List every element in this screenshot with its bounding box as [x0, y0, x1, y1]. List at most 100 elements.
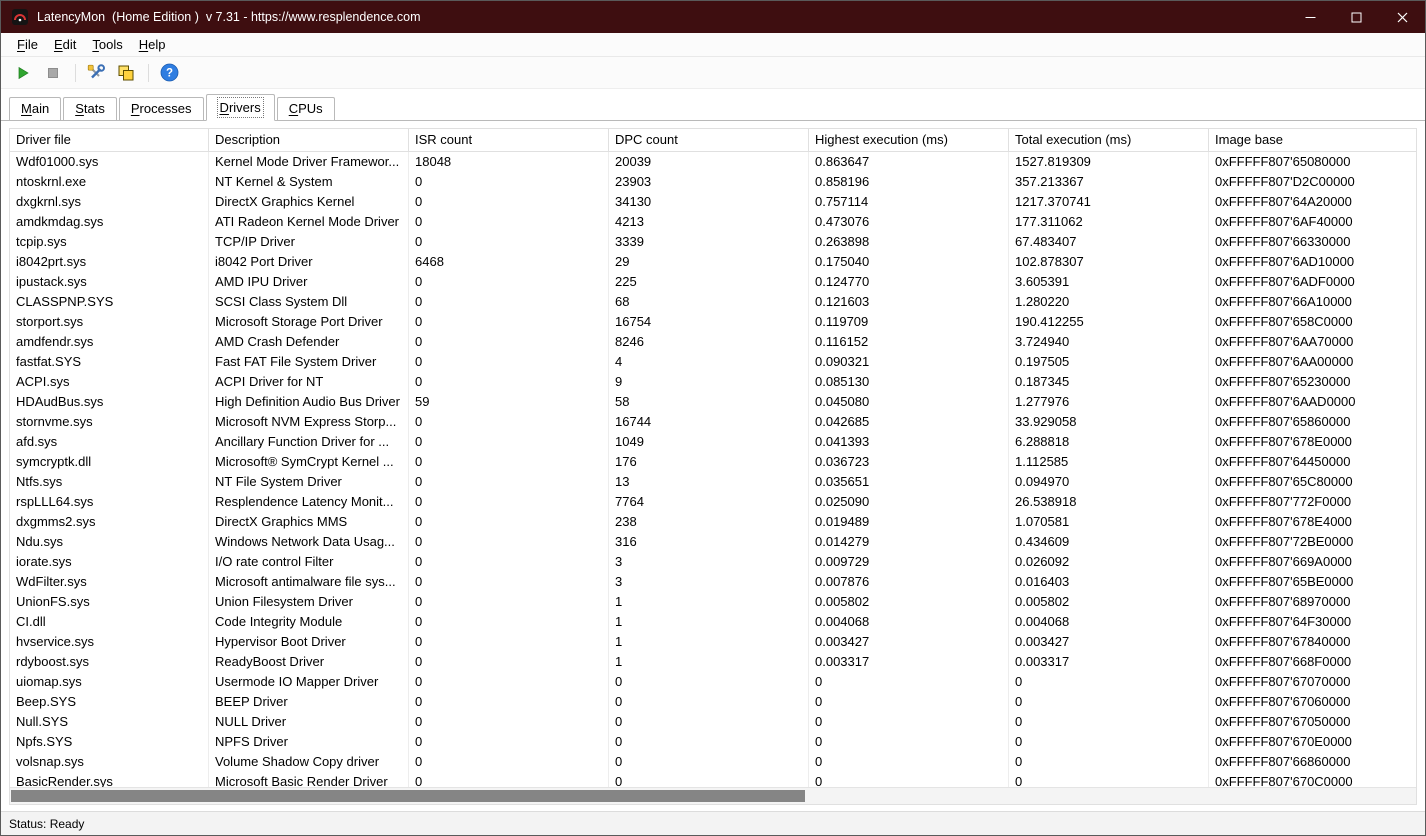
copy-report-button[interactable] [112, 60, 140, 86]
menu-item-edit[interactable]: Edit [46, 35, 84, 54]
table-row[interactable]: BasicRender.sysMicrosoft Basic Render Dr… [10, 772, 1416, 787]
table-cell: storport.sys [10, 312, 209, 332]
table-cell: 0xFFFFF807'67840000 [1209, 632, 1416, 652]
table-row[interactable]: Wdf01000.sysKernel Mode Driver Framewor.… [10, 152, 1416, 172]
table-row[interactable]: rspLLL64.sysResplendence Latency Monit..… [10, 492, 1416, 512]
table-cell: 0.035651 [809, 472, 1009, 492]
table-row[interactable]: iorate.sysI/O rate control Filter030.009… [10, 552, 1416, 572]
table-row[interactable]: hvservice.sysHypervisor Boot Driver010.0… [10, 632, 1416, 652]
table-cell: 0 [1009, 772, 1209, 787]
table-cell: 0 [409, 672, 609, 692]
table-cell: 0xFFFFF807'772F0000 [1209, 492, 1416, 512]
tab-label: Main [21, 101, 49, 116]
table-row[interactable]: CI.dllCode Integrity Module010.0040680.0… [10, 612, 1416, 632]
table-row[interactable]: symcryptk.dllMicrosoft® SymCrypt Kernel … [10, 452, 1416, 472]
table-cell: 33.929058 [1009, 412, 1209, 432]
table-cell: amdfendr.sys [10, 332, 209, 352]
table-row[interactable]: i8042prt.sysi8042 Port Driver6468290.175… [10, 252, 1416, 272]
table-row[interactable]: dxgmms2.sysDirectX Graphics MMS02380.019… [10, 512, 1416, 532]
tab-main[interactable]: Main [9, 97, 61, 120]
tab-label: Processes [131, 101, 192, 116]
column-header-driver-file[interactable]: Driver file [10, 129, 209, 151]
start-monitor-button[interactable] [9, 60, 37, 86]
table-row[interactable]: tcpip.sysTCP/IP Driver033390.26389867.48… [10, 232, 1416, 252]
menu-item-file[interactable]: File [9, 35, 46, 54]
help-button[interactable]: ? [155, 60, 183, 86]
table-row[interactable]: Ntfs.sysNT File System Driver0130.035651… [10, 472, 1416, 492]
table-cell: 0.014279 [809, 532, 1009, 552]
table-cell: AMD IPU Driver [209, 272, 409, 292]
table-row[interactable]: storport.sysMicrosoft Storage Port Drive… [10, 312, 1416, 332]
table-row[interactable]: CLASSPNP.SYSSCSI Class System Dll0680.12… [10, 292, 1416, 312]
horizontal-scrollbar[interactable] [10, 787, 1416, 804]
table-row[interactable]: WdFilter.sysMicrosoft antimalware file s… [10, 572, 1416, 592]
minimize-icon [1305, 12, 1316, 23]
table-cell: 1 [609, 632, 809, 652]
table-row[interactable]: Ndu.sysWindows Network Data Usag...03160… [10, 532, 1416, 552]
table-cell: 0xFFFFF807'678E4000 [1209, 512, 1416, 532]
table-cell: 0 [409, 452, 609, 472]
table-cell: 0.757114 [809, 192, 1009, 212]
menu-item-tools[interactable]: Tools [84, 35, 130, 54]
column-header-image-base[interactable]: Image base [1209, 129, 1416, 151]
scrollbar-thumb[interactable] [11, 790, 805, 802]
column-header-description[interactable]: Description [209, 129, 409, 151]
stop-icon [45, 65, 61, 81]
table-cell: 0xFFFFF807'678E0000 [1209, 432, 1416, 452]
column-header-total-execution-ms[interactable]: Total execution (ms) [1009, 129, 1209, 151]
table-cell: Beep.SYS [10, 692, 209, 712]
table-row[interactable]: afd.sysAncillary Function Driver for ...… [10, 432, 1416, 452]
menu-item-help[interactable]: Help [131, 35, 174, 54]
table-cell: 1 [609, 652, 809, 672]
table-row[interactable]: dxgkrnl.sysDirectX Graphics Kernel034130… [10, 192, 1416, 212]
options-button[interactable] [82, 60, 110, 86]
table-cell: 0.009729 [809, 552, 1009, 572]
tab-bar: Main Stats Processes DriversCPUs [9, 94, 1425, 120]
tab-cpus[interactable]: CPUs [277, 97, 335, 120]
table-row[interactable]: fastfat.SYSFast FAT File System Driver04… [10, 352, 1416, 372]
table-row[interactable]: volsnap.sysVolume Shadow Copy driver0000… [10, 752, 1416, 772]
table-row[interactable]: rdyboost.sysReadyBoost Driver010.0033170… [10, 652, 1416, 672]
table-row[interactable]: amdkmdag.sysATI Radeon Kernel Mode Drive… [10, 212, 1416, 232]
stop-monitor-button[interactable] [39, 60, 67, 86]
table-row[interactable]: ACPI.sysACPI Driver for NT090.0851300.18… [10, 372, 1416, 392]
table-row[interactable]: stornvme.sysMicrosoft NVM Express Storp.… [10, 412, 1416, 432]
table-cell: rspLLL64.sys [10, 492, 209, 512]
column-header-highest-execution-ms[interactable]: Highest execution (ms) [809, 129, 1009, 151]
tab-processes[interactable]: Processes [119, 97, 204, 120]
table-cell: 0.045080 [809, 392, 1009, 412]
table-cell: Npfs.SYS [10, 732, 209, 752]
tab-drivers[interactable]: Drivers [206, 94, 275, 121]
table-row[interactable]: Npfs.SYSNPFS Driver00000xFFFFF807'670E00… [10, 732, 1416, 752]
table-cell: 67.483407 [1009, 232, 1209, 252]
column-header-dpc-count[interactable]: DPC count [609, 129, 809, 151]
table-row[interactable]: amdfendr.sysAMD Crash Defender082460.116… [10, 332, 1416, 352]
table-cell: 0 [809, 692, 1009, 712]
table-cell: 1.070581 [1009, 512, 1209, 532]
table-cell: 0xFFFFF807'65860000 [1209, 412, 1416, 432]
table-row[interactable]: Beep.SYSBEEP Driver00000xFFFFF807'670600… [10, 692, 1416, 712]
table-cell: Kernel Mode Driver Framewor... [209, 152, 409, 172]
column-header-isr-count[interactable]: ISR count [409, 129, 609, 151]
table-row[interactable]: uiomap.sysUsermode IO Mapper Driver00000… [10, 672, 1416, 692]
table-row[interactable]: ntoskrnl.exeNT Kernel & System0239030.85… [10, 172, 1416, 192]
table-row[interactable]: Null.SYSNULL Driver00000xFFFFF807'670500… [10, 712, 1416, 732]
maximize-button[interactable] [1333, 1, 1379, 33]
table-cell: 0 [409, 312, 609, 332]
close-button[interactable] [1379, 1, 1425, 33]
tab-stats[interactable]: Stats [63, 97, 117, 120]
table-cell: 357.213367 [1009, 172, 1209, 192]
maximize-icon [1351, 12, 1362, 23]
table-cell: Microsoft Basic Render Driver [209, 772, 409, 787]
minimize-button[interactable] [1287, 1, 1333, 33]
title-bar[interactable]: LatencyMon (Home Edition ) v 7.31 - http… [1, 1, 1425, 33]
table-header: Driver fileDescriptionISR countDPC count… [10, 129, 1416, 152]
table-cell: 0.007876 [809, 572, 1009, 592]
table-row[interactable]: ipustack.sysAMD IPU Driver02250.1247703.… [10, 272, 1416, 292]
table-cell: 0 [409, 332, 609, 352]
table-row[interactable]: HDAudBus.sysHigh Definition Audio Bus Dr… [10, 392, 1416, 412]
copy-report-icon [117, 64, 135, 82]
table-row[interactable]: UnionFS.sysUnion Filesystem Driver010.00… [10, 592, 1416, 612]
table-cell: dxgmms2.sys [10, 512, 209, 532]
table-cell: 0xFFFFF807'65080000 [1209, 152, 1416, 172]
